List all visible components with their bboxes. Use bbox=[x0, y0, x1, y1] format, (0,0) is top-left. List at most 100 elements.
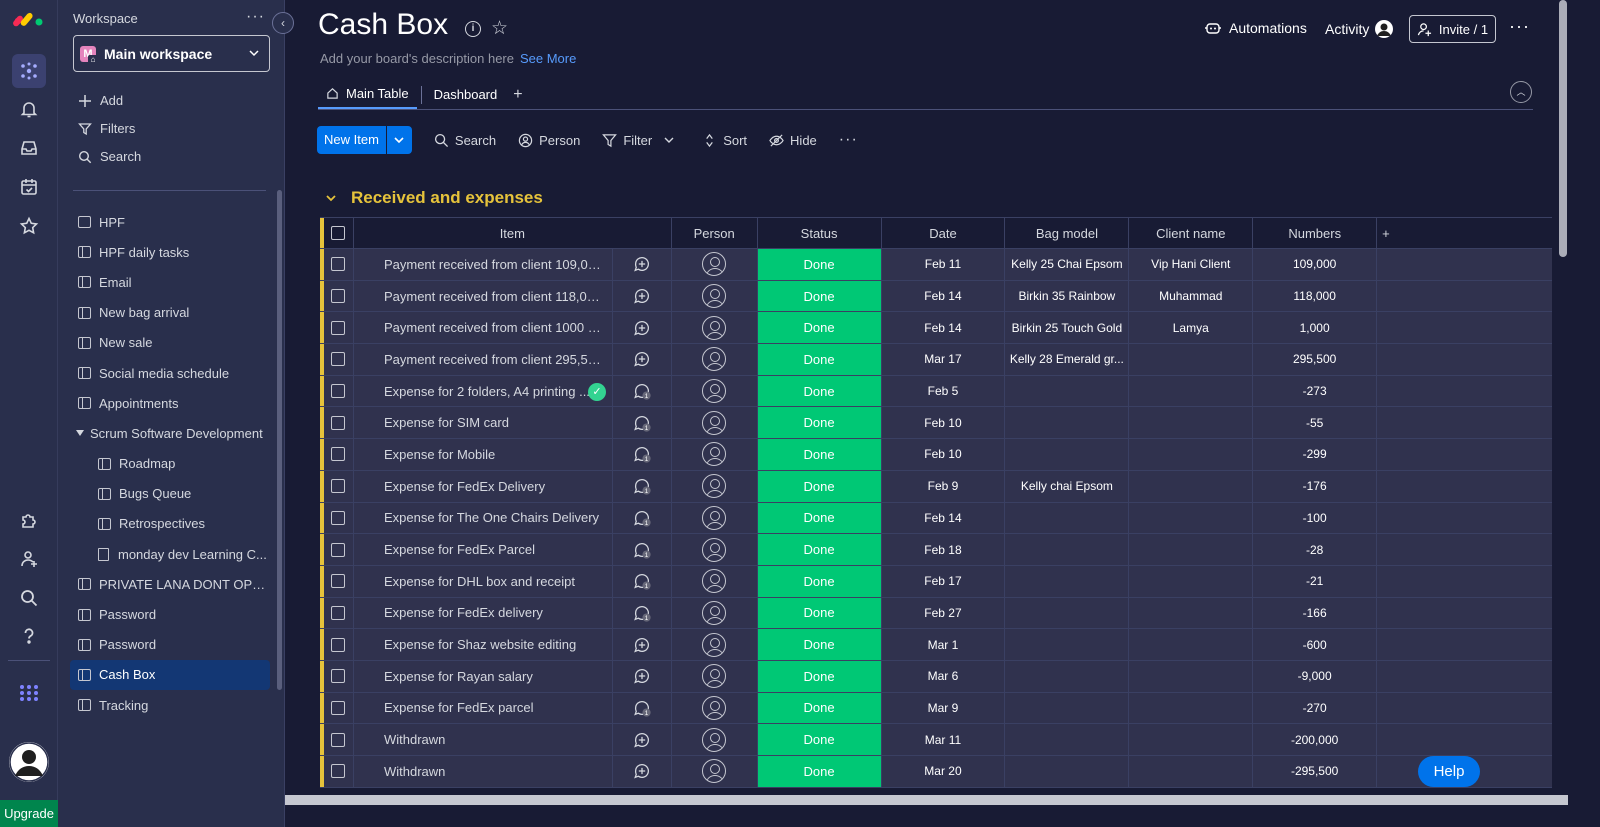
date-cell[interactable]: Feb 9 bbox=[882, 470, 1006, 502]
bag-model-cell[interactable]: Kelly chai Epsom bbox=[1005, 470, 1130, 502]
table-row[interactable]: Expense for Rayan salary Done Mar 6 -9,000 bbox=[320, 660, 1552, 693]
numbers-cell[interactable]: 109,000 bbox=[1253, 249, 1378, 280]
item-name-cell[interactable]: Expense for FedEx delivery 1 bbox=[354, 597, 672, 629]
client-name-cell[interactable]: Vip Hani Client bbox=[1129, 249, 1254, 280]
row-checkbox-cell[interactable] bbox=[324, 756, 354, 787]
bag-model-cell[interactable]: Birkin 35 Rainbow bbox=[1005, 280, 1130, 312]
person-cell[interactable] bbox=[672, 375, 758, 407]
sidebar-item-hpf[interactable]: HPF bbox=[70, 207, 270, 237]
item-name-cell[interactable]: Expense for Mobile 1 bbox=[354, 439, 672, 470]
item-name-cell[interactable]: Expense for Shaz website editing bbox=[354, 629, 672, 660]
star-icon[interactable]: ☆ bbox=[491, 17, 508, 40]
sidebar-item-email[interactable]: Email bbox=[70, 267, 270, 297]
sidebar-item-hpf-daily-tasks[interactable]: HPF daily tasks bbox=[70, 237, 270, 267]
numbers-cell[interactable]: -273 bbox=[1253, 375, 1378, 407]
group-title[interactable]: Received and expenses bbox=[351, 188, 543, 208]
table-row[interactable]: Expense for DHL box and receipt 1 Done Feb … bbox=[320, 565, 1552, 598]
invite-button[interactable]: Invite / 1 bbox=[1409, 15, 1496, 43]
table-row[interactable]: Expense for SIM card 1 Done Feb 10 -55 bbox=[320, 407, 1552, 440]
bag-model-cell[interactable]: Birkin 25 Touch Gold bbox=[1005, 312, 1130, 344]
status-cell[interactable]: Done bbox=[757, 692, 882, 724]
row-checkbox[interactable] bbox=[331, 415, 346, 430]
client-name-cell[interactable] bbox=[1129, 565, 1254, 597]
status-cell[interactable]: Done bbox=[757, 407, 882, 439]
sidebar-item-private-lana-dont-open[interactable]: PRIVATE LANA DONT OPEN bbox=[70, 569, 270, 599]
row-checkbox[interactable] bbox=[331, 447, 346, 462]
client-name-cell[interactable] bbox=[1129, 660, 1254, 692]
sidebar-item-scrum-software-development[interactable]: Scrum Software Development bbox=[70, 418, 270, 448]
help-icon[interactable] bbox=[16, 623, 42, 649]
row-checkbox[interactable] bbox=[331, 669, 346, 684]
table-row[interactable]: Payment received from client 1000 Di... D… bbox=[320, 312, 1552, 345]
numbers-cell[interactable]: 118,000 bbox=[1253, 280, 1378, 312]
row-checkbox[interactable] bbox=[331, 542, 346, 557]
add-update-icon[interactable] bbox=[611, 344, 671, 375]
item-name-cell[interactable]: Expense for FedEx parcel 1 bbox=[354, 692, 672, 724]
activity-button[interactable]: Activity bbox=[1325, 20, 1394, 38]
item-name-cell[interactable]: Expense for The One Chairs Delivery 1 bbox=[354, 502, 672, 534]
item-name-cell[interactable]: Expense for Rayan salary bbox=[354, 660, 672, 692]
status-cell[interactable]: Done bbox=[757, 724, 882, 755]
client-name-cell[interactable] bbox=[1129, 470, 1254, 502]
row-checkbox[interactable] bbox=[331, 352, 346, 367]
new-item-button[interactable]: New Item bbox=[317, 126, 386, 154]
date-cell[interactable]: Feb 18 bbox=[882, 534, 1006, 565]
collapse-header-icon[interactable]: ︿ bbox=[1510, 81, 1532, 103]
bag-model-cell[interactable] bbox=[1005, 534, 1130, 565]
row-checkbox-cell[interactable] bbox=[324, 534, 354, 565]
item-name-cell[interactable]: Payment received from client 118,000... bbox=[354, 280, 672, 312]
tab-dashboard[interactable]: Dashboard bbox=[426, 84, 506, 106]
numbers-cell[interactable]: -200,000 bbox=[1253, 724, 1378, 755]
group-header[interactable]: Received and expenses bbox=[325, 188, 543, 208]
row-checkbox-cell[interactable] bbox=[324, 249, 354, 280]
bag-model-cell[interactable] bbox=[1005, 407, 1130, 439]
sidebar-item-social-media-schedule[interactable]: Social media schedule bbox=[70, 358, 270, 388]
numbers-cell[interactable]: -100 bbox=[1253, 502, 1378, 534]
date-cell[interactable]: Mar 1 bbox=[882, 629, 1006, 660]
updates-count-icon[interactable]: 1 bbox=[611, 692, 671, 724]
item-name-cell[interactable]: Payment received from client 109,000... bbox=[354, 249, 672, 280]
row-checkbox-cell[interactable] bbox=[324, 724, 354, 755]
bag-model-cell[interactable] bbox=[1005, 724, 1130, 755]
numbers-cell[interactable]: -21 bbox=[1253, 565, 1378, 597]
person-cell[interactable] bbox=[672, 249, 758, 280]
date-cell[interactable]: Mar 6 bbox=[882, 660, 1006, 692]
person-cell[interactable] bbox=[672, 534, 758, 565]
status-cell[interactable]: Done bbox=[757, 249, 882, 280]
row-checkbox-cell[interactable] bbox=[324, 470, 354, 502]
add-update-icon[interactable] bbox=[611, 660, 671, 692]
row-checkbox-cell[interactable] bbox=[324, 280, 354, 312]
upgrade-button[interactable]: Upgrade bbox=[0, 800, 58, 827]
column-header-bag-model[interactable]: Bag model bbox=[1005, 218, 1130, 248]
updates-count-icon[interactable]: 1 bbox=[611, 407, 671, 439]
person-cell[interactable] bbox=[672, 280, 758, 312]
help-button[interactable]: Help bbox=[1418, 756, 1480, 787]
status-cell[interactable]: Done bbox=[757, 344, 882, 375]
apps-icon[interactable] bbox=[16, 507, 42, 533]
table-row[interactable]: Expense for Mobile 1 Done Feb 10 -299 bbox=[320, 439, 1552, 471]
item-name-cell[interactable]: Expense for 2 folders, A4 printing ... ✓ 1 bbox=[354, 375, 672, 407]
status-cell[interactable]: Done bbox=[757, 534, 882, 565]
numbers-cell[interactable]: -600 bbox=[1253, 629, 1378, 660]
person-cell[interactable] bbox=[672, 439, 758, 470]
updates-count-icon[interactable]: 1 bbox=[611, 565, 671, 597]
date-cell[interactable]: Feb 14 bbox=[882, 502, 1006, 534]
sidebar-item-roadmap[interactable]: Roadmap bbox=[70, 449, 270, 479]
status-cell[interactable]: Done bbox=[757, 756, 882, 787]
numbers-cell[interactable]: -299 bbox=[1253, 439, 1378, 470]
updates-count-icon[interactable]: 1 bbox=[611, 502, 671, 534]
row-checkbox[interactable] bbox=[331, 764, 346, 779]
column-header-date[interactable]: Date bbox=[882, 218, 1006, 248]
sidebar-search-button[interactable]: Search bbox=[78, 149, 141, 164]
column-header-numbers[interactable]: Numbers bbox=[1253, 218, 1378, 248]
date-cell[interactable]: Feb 5 bbox=[882, 375, 1006, 407]
notifications-icon[interactable] bbox=[16, 96, 42, 122]
person-cell[interactable] bbox=[672, 502, 758, 534]
client-name-cell[interactable] bbox=[1129, 724, 1254, 755]
sort-button[interactable]: Sort bbox=[702, 133, 747, 148]
status-cell[interactable]: Done bbox=[757, 629, 882, 660]
table-row[interactable]: Withdrawn Done Mar 20 -295,500 bbox=[320, 756, 1552, 788]
select-all-checkbox[interactable] bbox=[324, 218, 354, 248]
person-cell[interactable] bbox=[672, 470, 758, 502]
row-checkbox-cell[interactable] bbox=[324, 660, 354, 692]
